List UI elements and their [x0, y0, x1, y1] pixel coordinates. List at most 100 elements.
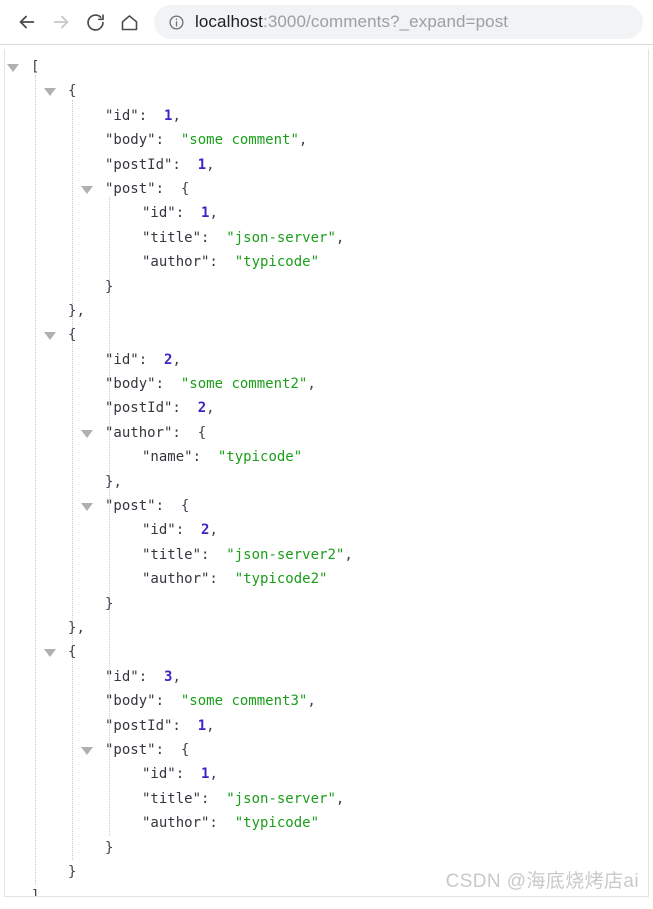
json-token-punct	[184, 522, 201, 538]
collapse-triangle-icon[interactable]	[81, 429, 93, 438]
json-token-str: "some comment2"	[180, 376, 308, 393]
json-token-str: "typicode"	[217, 449, 303, 466]
json-token-str: "json-server"	[226, 790, 336, 807]
json-token-punct	[209, 230, 226, 246]
collapse-triangle-icon[interactable]	[44, 88, 56, 97]
reload-button[interactable]	[78, 5, 112, 39]
json-token-str: "some comment3"	[180, 693, 308, 710]
json-token-punct	[181, 400, 198, 416]
json-token-brace: }	[105, 839, 114, 856]
json-line: "author": "typicode2"	[5, 567, 648, 591]
json-token-punct	[181, 425, 198, 441]
json-line: "id": 1,	[5, 104, 648, 128]
json-line: "postId": 1,	[5, 714, 648, 738]
json-token-key: "title":	[142, 229, 210, 246]
json-token-key: "id":	[142, 522, 185, 539]
json-token-str: "json-server2"	[226, 546, 345, 563]
json-token-str: "typicode2"	[234, 571, 328, 588]
json-token-brace: {	[180, 498, 190, 515]
json-token-punct	[164, 693, 181, 709]
json-token-brace: }	[105, 595, 114, 612]
json-token-punct	[147, 108, 164, 124]
json-token-str: "json-server"	[226, 229, 336, 246]
json-line: "title": "json-server",	[5, 787, 648, 811]
json-line: "body": "some comment3",	[5, 689, 648, 713]
back-button[interactable]	[10, 5, 44, 39]
json-token-punct: ,	[76, 619, 85, 636]
address-bar-text: localhost:3000/comments?_expand=post	[195, 12, 508, 32]
json-token-punct	[218, 571, 235, 587]
address-bar[interactable]: localhost:3000/comments?_expand=post	[154, 5, 643, 39]
json-token-key: "body":	[105, 376, 165, 393]
home-icon	[119, 12, 140, 33]
json-token-punct	[147, 352, 164, 368]
json-token-str: "typicode"	[234, 815, 320, 832]
json-token-key: "id":	[105, 351, 148, 368]
collapse-triangle-icon[interactable]	[44, 649, 56, 658]
back-arrow-icon	[16, 11, 38, 33]
json-line: "post": {	[5, 738, 648, 762]
forward-button[interactable]	[44, 5, 78, 39]
json-token-punct: ,	[76, 302, 85, 319]
json-token-punct	[164, 742, 181, 758]
url-host: localhost	[195, 12, 263, 31]
json-token-brace: ]	[31, 888, 40, 897]
json-line: },	[5, 616, 648, 640]
json-token-punct: ,	[206, 400, 215, 417]
json-line: [	[5, 55, 648, 79]
json-token-punct: ,	[209, 205, 218, 222]
json-token-brace: {	[180, 180, 190, 197]
home-button[interactable]	[112, 5, 146, 39]
json-token-brace: {	[68, 327, 77, 344]
json-line: "id": 1,	[5, 201, 648, 225]
collapse-triangle-icon[interactable]	[81, 746, 93, 755]
json-token-key: "body":	[105, 132, 165, 149]
json-token-brace: {	[197, 424, 207, 441]
json-token-punct: ,	[298, 132, 308, 149]
json-line: {	[5, 79, 648, 103]
json-token-punct: ,	[172, 668, 181, 685]
json-line: "id": 1,	[5, 762, 648, 786]
collapse-triangle-icon[interactable]	[81, 503, 93, 512]
json-token-brace: [	[31, 59, 40, 75]
json-line: "postId": 1,	[5, 153, 648, 177]
json-token-punct: ,	[335, 790, 345, 807]
collapse-triangle-icon[interactable]	[44, 332, 56, 341]
json-line: }	[5, 836, 648, 860]
json-line: },	[5, 470, 648, 494]
json-token-key: "post":	[105, 180, 165, 197]
browser-toolbar: localhost:3000/comments?_expand=post	[0, 0, 653, 45]
json-token-punct: ,	[206, 717, 215, 734]
json-token-punct	[181, 718, 198, 734]
json-token-punct: ,	[209, 766, 218, 783]
json-token-punct	[147, 669, 164, 685]
site-info-icon[interactable]	[168, 14, 185, 31]
json-line-list: [{"id": 1, "body": "some comment", "postId…	[5, 49, 648, 897]
json-line: "body": "some comment2",	[5, 372, 648, 396]
json-line: "author": {	[5, 421, 648, 445]
json-token-key: "author":	[142, 571, 218, 588]
json-token-key: "postId":	[105, 717, 181, 734]
json-token-num: 1	[197, 156, 207, 173]
json-viewer-panel: [{"id": 1, "body": "some comment", "postId…	[4, 49, 649, 897]
json-token-key: "id":	[142, 766, 185, 783]
json-line: "author": "typicode"	[5, 250, 648, 274]
collapse-triangle-icon[interactable]	[7, 64, 19, 72]
json-token-punct	[164, 181, 181, 197]
json-token-key: "id":	[105, 668, 148, 685]
browser-window: localhost:3000/comments?_expand=post [{"…	[0, 0, 653, 909]
json-token-punct: ,	[113, 473, 122, 490]
json-token-key: "post":	[105, 498, 165, 515]
json-line: {	[5, 640, 648, 664]
json-line: "post": {	[5, 494, 648, 518]
collapse-triangle-icon[interactable]	[81, 185, 93, 194]
json-line: "post": {	[5, 177, 648, 201]
json-token-punct	[209, 791, 226, 807]
json-line: "title": "json-server2",	[5, 543, 648, 567]
json-token-key: "id":	[105, 107, 148, 124]
json-token-punct	[181, 157, 198, 173]
json-token-punct	[209, 547, 226, 563]
json-line: "title": "json-server",	[5, 226, 648, 250]
json-token-key: "body":	[105, 693, 165, 710]
json-token-key: "author":	[105, 424, 181, 441]
